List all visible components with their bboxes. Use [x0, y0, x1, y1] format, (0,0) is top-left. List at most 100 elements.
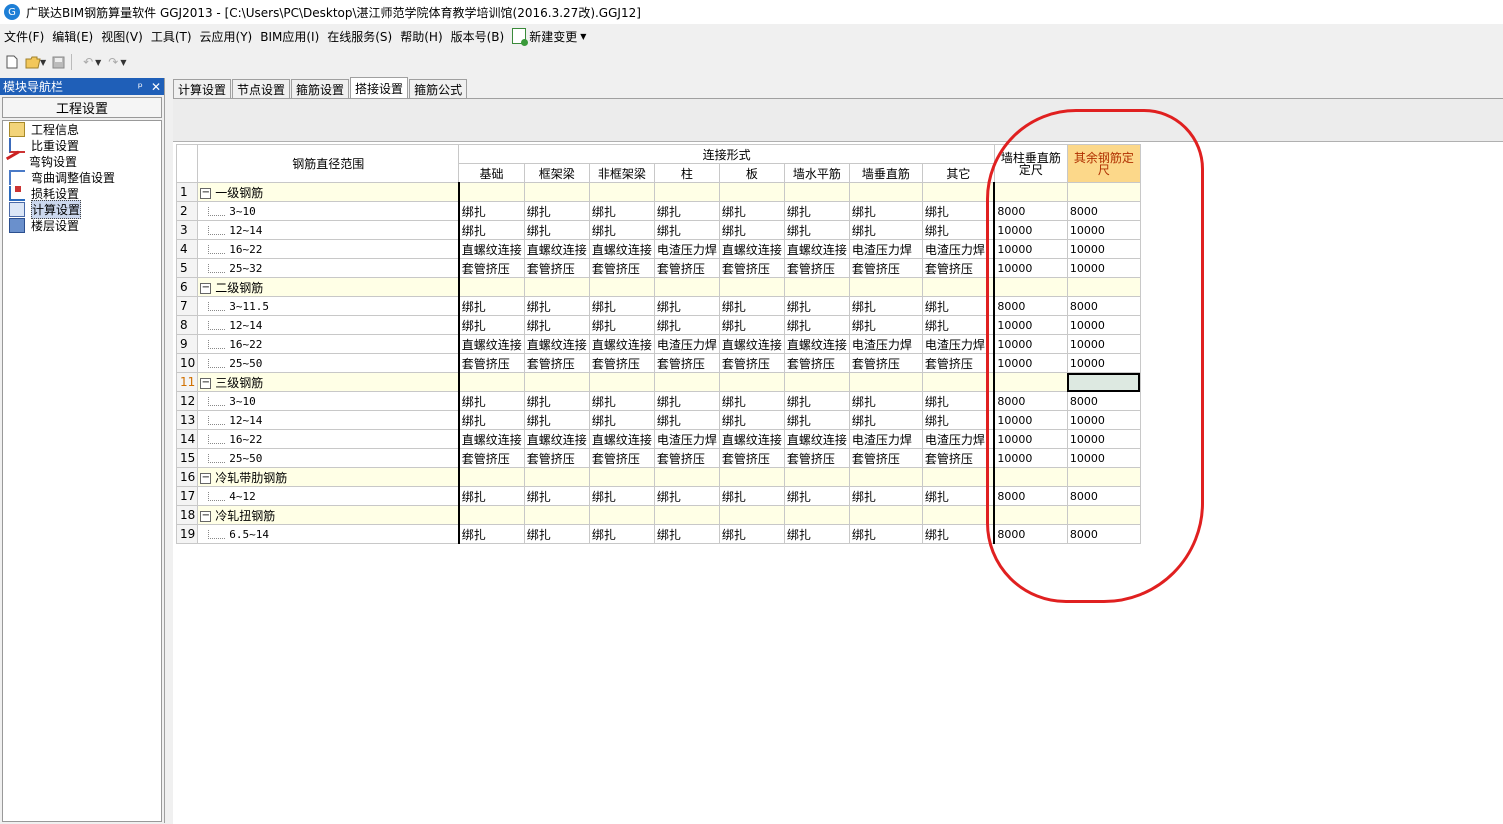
- connection-cell[interactable]: 绑扎: [848, 220, 923, 240]
- connection-cell[interactable]: 绑扎: [848, 391, 923, 411]
- connection-cell[interactable]: 绑扎: [588, 391, 655, 411]
- new-change-menu[interactable]: 新建变更 ▼: [508, 28, 590, 46]
- connection-cell[interactable]: [457, 372, 525, 392]
- table-row[interactable]: 14 16~22 直螺纹连接 直螺纹连接 直螺纹连接 电渣压力焊 直螺纹连接 直螺纹连接 电渣压…: [175, 429, 1141, 449]
- connection-cell[interactable]: 套管挤压: [588, 353, 655, 373]
- row-name[interactable]: 4~12: [197, 486, 460, 506]
- connection-cell[interactable]: 电渣压力焊: [653, 334, 720, 354]
- connection-cell[interactable]: 套管挤压: [653, 448, 720, 468]
- row-name[interactable]: − 冷轧扭钢筋: [197, 505, 460, 525]
- connection-cell[interactable]: 直螺纹连接: [783, 429, 850, 449]
- nav-item-project-info[interactable]: 工程信息: [3, 121, 161, 137]
- wall-fixed-length-cell[interactable]: [993, 505, 1068, 525]
- connection-cell[interactable]: 电渣压力焊: [848, 334, 923, 354]
- connection-cell[interactable]: [523, 372, 590, 392]
- connection-cell[interactable]: [718, 505, 785, 525]
- row-number[interactable]: 5: [175, 258, 199, 278]
- wall-fixed-length-cell[interactable]: [993, 182, 1068, 202]
- row-name[interactable]: 16~22: [197, 239, 460, 259]
- row-number[interactable]: 12: [175, 391, 199, 411]
- wall-fixed-length-cell[interactable]: 10000: [993, 239, 1068, 259]
- connection-cell[interactable]: 绑扎: [457, 486, 525, 506]
- table-row[interactable]: 15 25~50 套管挤压 套管挤压 套管挤压 套管挤压 套管挤压 套管挤压 套管挤压 套管挤压 1…: [175, 448, 1141, 468]
- connection-cell[interactable]: 绑扎: [718, 315, 785, 335]
- other-fixed-length-cell[interactable]: 10000: [1066, 334, 1141, 354]
- connection-cell[interactable]: [457, 182, 525, 202]
- wall-fixed-length-cell[interactable]: 10000: [993, 334, 1068, 354]
- connection-cell[interactable]: 绑扎: [653, 201, 720, 221]
- connection-cell[interactable]: 电渣压力焊: [921, 239, 995, 259]
- row-number[interactable]: 4: [175, 239, 199, 259]
- other-fixed-length-cell[interactable]: 8000: [1066, 391, 1141, 411]
- table-row[interactable]: 8 12~14 绑扎 绑扎 绑扎 绑扎 绑扎 绑扎 绑扎 绑扎 10000 10000: [175, 315, 1141, 335]
- row-number[interactable]: 15: [175, 448, 199, 468]
- collapse-icon[interactable]: −: [200, 282, 212, 294]
- connection-cell[interactable]: 绑扎: [653, 524, 720, 544]
- connection-cell[interactable]: 套管挤压: [921, 353, 995, 373]
- connection-cell[interactable]: 直螺纹连接: [588, 429, 655, 449]
- collapse-icon[interactable]: −: [200, 510, 212, 522]
- table-row[interactable]: 10 25~50 套管挤压 套管挤压 套管挤压 套管挤压 套管挤压 套管挤压 套管挤压 套管挤压 1…: [175, 353, 1141, 373]
- wall-fixed-length-cell[interactable]: [993, 372, 1068, 392]
- collapse-icon[interactable]: −: [200, 377, 212, 389]
- connection-cell[interactable]: 套管挤压: [783, 258, 850, 278]
- connection-cell[interactable]: [653, 277, 720, 297]
- connection-cell[interactable]: 绑扎: [523, 486, 590, 506]
- connection-cell[interactable]: [653, 505, 720, 525]
- connection-cell[interactable]: 套管挤压: [783, 353, 850, 373]
- wall-fixed-length-cell[interactable]: 8000: [993, 486, 1068, 506]
- connection-cell[interactable]: 绑扎: [921, 315, 995, 335]
- row-name[interactable]: 25~32: [197, 258, 460, 278]
- connection-cell[interactable]: 绑扎: [718, 296, 785, 316]
- connection-cell[interactable]: 绑扎: [718, 486, 785, 506]
- other-fixed-length-cell[interactable]: 8000: [1066, 296, 1141, 316]
- connection-cell[interactable]: 绑扎: [921, 524, 995, 544]
- connection-cell[interactable]: 套管挤压: [848, 258, 923, 278]
- connection-cell[interactable]: 绑扎: [783, 296, 850, 316]
- other-fixed-length-cell[interactable]: 10000: [1066, 448, 1141, 468]
- connection-cell[interactable]: 绑扎: [457, 524, 525, 544]
- connection-cell[interactable]: 绑扎: [718, 410, 785, 430]
- row-number[interactable]: 16: [175, 467, 199, 487]
- undo-dropdown-icon[interactable]: ▼: [95, 58, 101, 67]
- wall-fixed-length-cell[interactable]: 10000: [993, 220, 1068, 240]
- nav-item-loss[interactable]: 损耗设置: [3, 185, 161, 201]
- menu-tools[interactable]: 工具(T): [147, 28, 196, 45]
- close-icon[interactable]: ✕: [151, 80, 161, 94]
- connection-cell[interactable]: 套管挤压: [523, 258, 590, 278]
- row-name[interactable]: 16~22: [197, 334, 460, 354]
- other-fixed-length-cell[interactable]: 8000: [1066, 524, 1141, 544]
- row-number[interactable]: 1: [175, 182, 199, 202]
- connection-cell[interactable]: 绑扎: [718, 201, 785, 221]
- table-row[interactable]: 17 4~12 绑扎 绑扎 绑扎 绑扎 绑扎 绑扎 绑扎 绑扎 8000 8000: [175, 486, 1141, 506]
- wall-fixed-length-cell[interactable]: 8000: [993, 296, 1068, 316]
- connection-cell[interactable]: 绑扎: [718, 524, 785, 544]
- table-row[interactable]: 13 12~14 绑扎 绑扎 绑扎 绑扎 绑扎 绑扎 绑扎 绑扎 10000 10000: [175, 410, 1141, 430]
- connection-cell[interactable]: 绑扎: [848, 315, 923, 335]
- menu-view[interactable]: 视图(V): [97, 28, 147, 45]
- connection-cell[interactable]: [921, 505, 995, 525]
- table-row[interactable]: 5 25~32 套管挤压 套管挤压 套管挤压 套管挤压 套管挤压 套管挤压 套管挤压 套管挤压 10…: [175, 258, 1141, 278]
- connection-cell[interactable]: [457, 467, 525, 487]
- menu-edit[interactable]: 编辑(E): [48, 28, 97, 45]
- connection-cell[interactable]: [848, 372, 923, 392]
- connection-cell[interactable]: 套管挤压: [457, 353, 525, 373]
- tab-calc-settings[interactable]: 计算设置: [173, 79, 232, 98]
- connection-cell[interactable]: 绑扎: [457, 201, 525, 221]
- connection-cell[interactable]: [588, 505, 655, 525]
- connection-cell[interactable]: 直螺纹连接: [457, 334, 525, 354]
- connection-cell[interactable]: 直螺纹连接: [588, 239, 655, 259]
- connection-cell[interactable]: 套管挤压: [848, 448, 923, 468]
- connection-cell[interactable]: 绑扎: [653, 410, 720, 430]
- connection-cell[interactable]: 绑扎: [588, 296, 655, 316]
- row-number[interactable]: 18: [175, 505, 199, 525]
- tab-node-settings[interactable]: 节点设置: [232, 79, 291, 98]
- table-row[interactable]: 3 12~14 绑扎 绑扎 绑扎 绑扎 绑扎 绑扎 绑扎 绑扎 10000 10000: [175, 220, 1141, 240]
- connection-cell[interactable]: 绑扎: [848, 201, 923, 221]
- connection-cell[interactable]: 套管挤压: [921, 448, 995, 468]
- row-name[interactable]: 3~10: [197, 391, 460, 411]
- connection-cell[interactable]: 电渣压力焊: [653, 239, 720, 259]
- connection-cell[interactable]: 绑扎: [653, 296, 720, 316]
- connection-cell[interactable]: [921, 372, 995, 392]
- wall-fixed-length-cell[interactable]: 10000: [993, 315, 1068, 335]
